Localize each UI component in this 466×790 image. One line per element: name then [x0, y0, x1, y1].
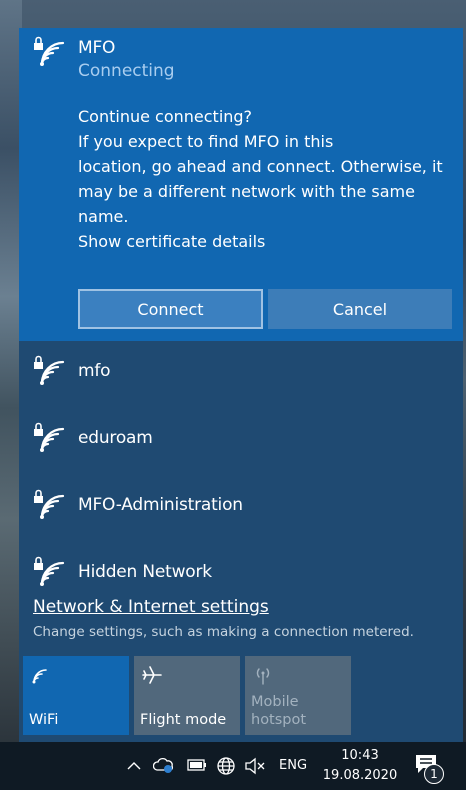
globe-network-icon[interactable] — [216, 756, 236, 776]
active-network-name: MFO — [78, 38, 116, 58]
wifi-icon — [30, 664, 52, 686]
wifi-secured-icon — [32, 34, 66, 68]
active-network-status: Connecting — [78, 61, 175, 81]
wifi-secured-icon — [32, 353, 66, 387]
clock[interactable]: 10:43 19.08.2020 — [318, 746, 402, 786]
network-item-mfo-administration[interactable]: MFO-Administration — [19, 475, 463, 541]
connect-button[interactable]: Connect — [78, 289, 263, 329]
tile-label: Mobile hotspot — [251, 694, 307, 728]
network-name: Hidden Network — [78, 562, 212, 582]
mobile-hotspot-tile[interactable]: Mobile hotspot — [245, 656, 351, 735]
show-certificate-link[interactable]: Show certificate details — [78, 229, 448, 254]
tile-label: Flight mode — [140, 712, 227, 728]
wifi-secured-icon — [32, 487, 66, 521]
prompt-line: name. — [78, 207, 129, 226]
prompt-line: If you expect to find MFO in this — [78, 132, 334, 151]
prompt-line: Continue connecting? — [78, 107, 253, 126]
connection-prompt: Continue connecting? If you expect to fi… — [78, 104, 448, 254]
onedrive-icon[interactable] — [153, 756, 175, 774]
network-item-mfo[interactable]: mfo — [19, 341, 463, 407]
speaker-muted-icon[interactable] — [244, 757, 266, 775]
network-item-eduroam[interactable]: eduroam — [19, 408, 463, 474]
notification-badge: 1 — [424, 764, 444, 784]
network-name: MFO-Administration — [78, 495, 243, 515]
clock-time: 10:43 — [341, 748, 379, 763]
network-name: mfo — [78, 361, 111, 381]
prompt-line: location, go ahead and connect. Otherwis… — [78, 157, 443, 176]
tile-label: WiFi — [29, 712, 59, 728]
active-network-card[interactable]: MFO Connecting Continue connecting? If y… — [19, 28, 463, 341]
airplane-icon — [141, 664, 163, 686]
flight-mode-tile[interactable]: Flight mode — [134, 656, 240, 735]
taskbar: ENG 10:43 19.08.2020 1 — [0, 742, 466, 790]
cancel-button[interactable]: Cancel — [268, 289, 452, 329]
wifi-secured-icon — [32, 420, 66, 454]
clock-date: 19.08.2020 — [322, 768, 398, 783]
network-name: eduroam — [78, 428, 153, 448]
hotspot-icon — [252, 664, 274, 686]
wifi-toggle-tile[interactable]: WiFi — [23, 656, 129, 735]
network-settings-link[interactable]: Network & Internet settings — [33, 597, 269, 617]
prompt-line: may be a different network with the same — [78, 182, 415, 201]
language-indicator[interactable]: ENG — [279, 758, 307, 773]
battery-icon[interactable] — [187, 759, 207, 771]
wifi-secured-icon — [32, 554, 66, 588]
chevron-up-icon[interactable] — [126, 758, 142, 774]
network-flyout: MFO Connecting Continue connecting? If y… — [19, 28, 463, 742]
network-settings-description: Change settings, such as making a connec… — [33, 624, 414, 640]
